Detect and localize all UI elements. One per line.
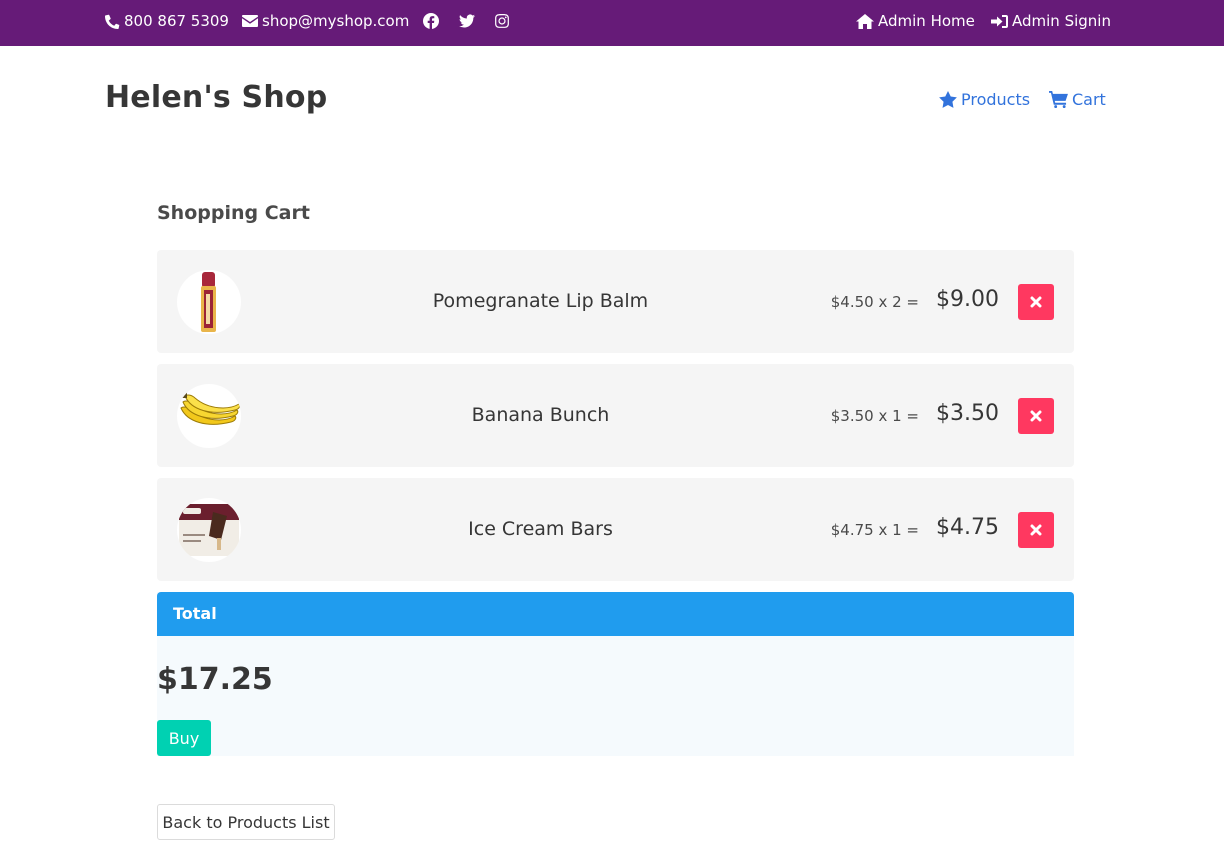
nav-products[interactable]: Products: [939, 88, 1030, 110]
instagram-icon: [495, 14, 509, 28]
instagram-link[interactable]: [495, 0, 509, 42]
nav-cart-label: Cart: [1072, 89, 1106, 109]
facebook-icon: [423, 13, 439, 29]
phone-link[interactable]: 800 867 5309: [105, 0, 229, 42]
phone-icon: [105, 14, 120, 29]
product-thumbnail-lip-balm: [177, 270, 241, 334]
item-name: Ice Cream Bars: [468, 518, 613, 540]
admin-signin-label: Admin Signin: [1012, 12, 1111, 30]
cart-title: Shopping Cart: [157, 202, 310, 224]
envelope-icon: [242, 15, 258, 27]
twitter-link[interactable]: [459, 0, 475, 42]
nav-products-label: Products: [961, 89, 1031, 109]
item-price-calc: $4.75 x 1 =: [830, 521, 919, 539]
facebook-link[interactable]: [423, 0, 439, 42]
cart-item: Ice Cream Bars $4.75 x 1 = $4.75: [157, 478, 1074, 581]
nav-cart[interactable]: Cart: [1049, 88, 1106, 110]
email-address: shop@myshop.com: [262, 12, 410, 30]
item-total: $4.75: [936, 515, 999, 540]
buy-button[interactable]: Buy: [157, 720, 211, 756]
top-bar: 800 867 5309 shop@myshop.com Admin Home …: [0, 0, 1224, 46]
admin-signin-link[interactable]: Admin Signin: [991, 0, 1111, 42]
cart-item: Pomegranate Lip Balm $4.50 x 2 = $9.00: [157, 250, 1074, 353]
close-icon: [1030, 410, 1042, 422]
close-icon: [1030, 524, 1042, 536]
close-icon: [1030, 296, 1042, 308]
product-thumbnail-ice-cream: [177, 498, 241, 562]
home-icon: [856, 13, 874, 29]
back-to-products-button[interactable]: Back to Products List: [157, 804, 335, 840]
item-total: $3.50: [936, 401, 999, 426]
admin-home-label: Admin Home: [878, 12, 975, 30]
star-icon: [939, 90, 957, 108]
shop-title: Helen's Shop: [105, 80, 328, 115]
remove-item-button[interactable]: [1018, 512, 1054, 548]
admin-home-link[interactable]: Admin Home: [856, 0, 975, 42]
total-amount: $17.25: [157, 662, 273, 697]
phone-number: 800 867 5309: [124, 12, 229, 30]
remove-item-button[interactable]: [1018, 284, 1054, 320]
item-name: Pomegranate Lip Balm: [432, 290, 649, 312]
item-name: Banana Bunch: [471, 404, 610, 426]
total-heading: Total: [157, 592, 1074, 636]
remove-item-button[interactable]: [1018, 398, 1054, 434]
item-price-calc: $3.50 x 1 =: [830, 407, 919, 425]
cart-item: Banana Bunch $3.50 x 1 = $3.50: [157, 364, 1074, 467]
email-link[interactable]: shop@myshop.com: [242, 0, 409, 42]
total-panel: Total $17.25 Buy: [157, 592, 1074, 756]
product-thumbnail-banana: [177, 384, 241, 448]
item-total: $9.00: [936, 287, 999, 312]
cart-icon: [1049, 90, 1068, 108]
sign-in-icon: [991, 14, 1008, 28]
item-price-calc: $4.50 x 2 =: [830, 293, 919, 311]
twitter-icon: [459, 14, 475, 28]
